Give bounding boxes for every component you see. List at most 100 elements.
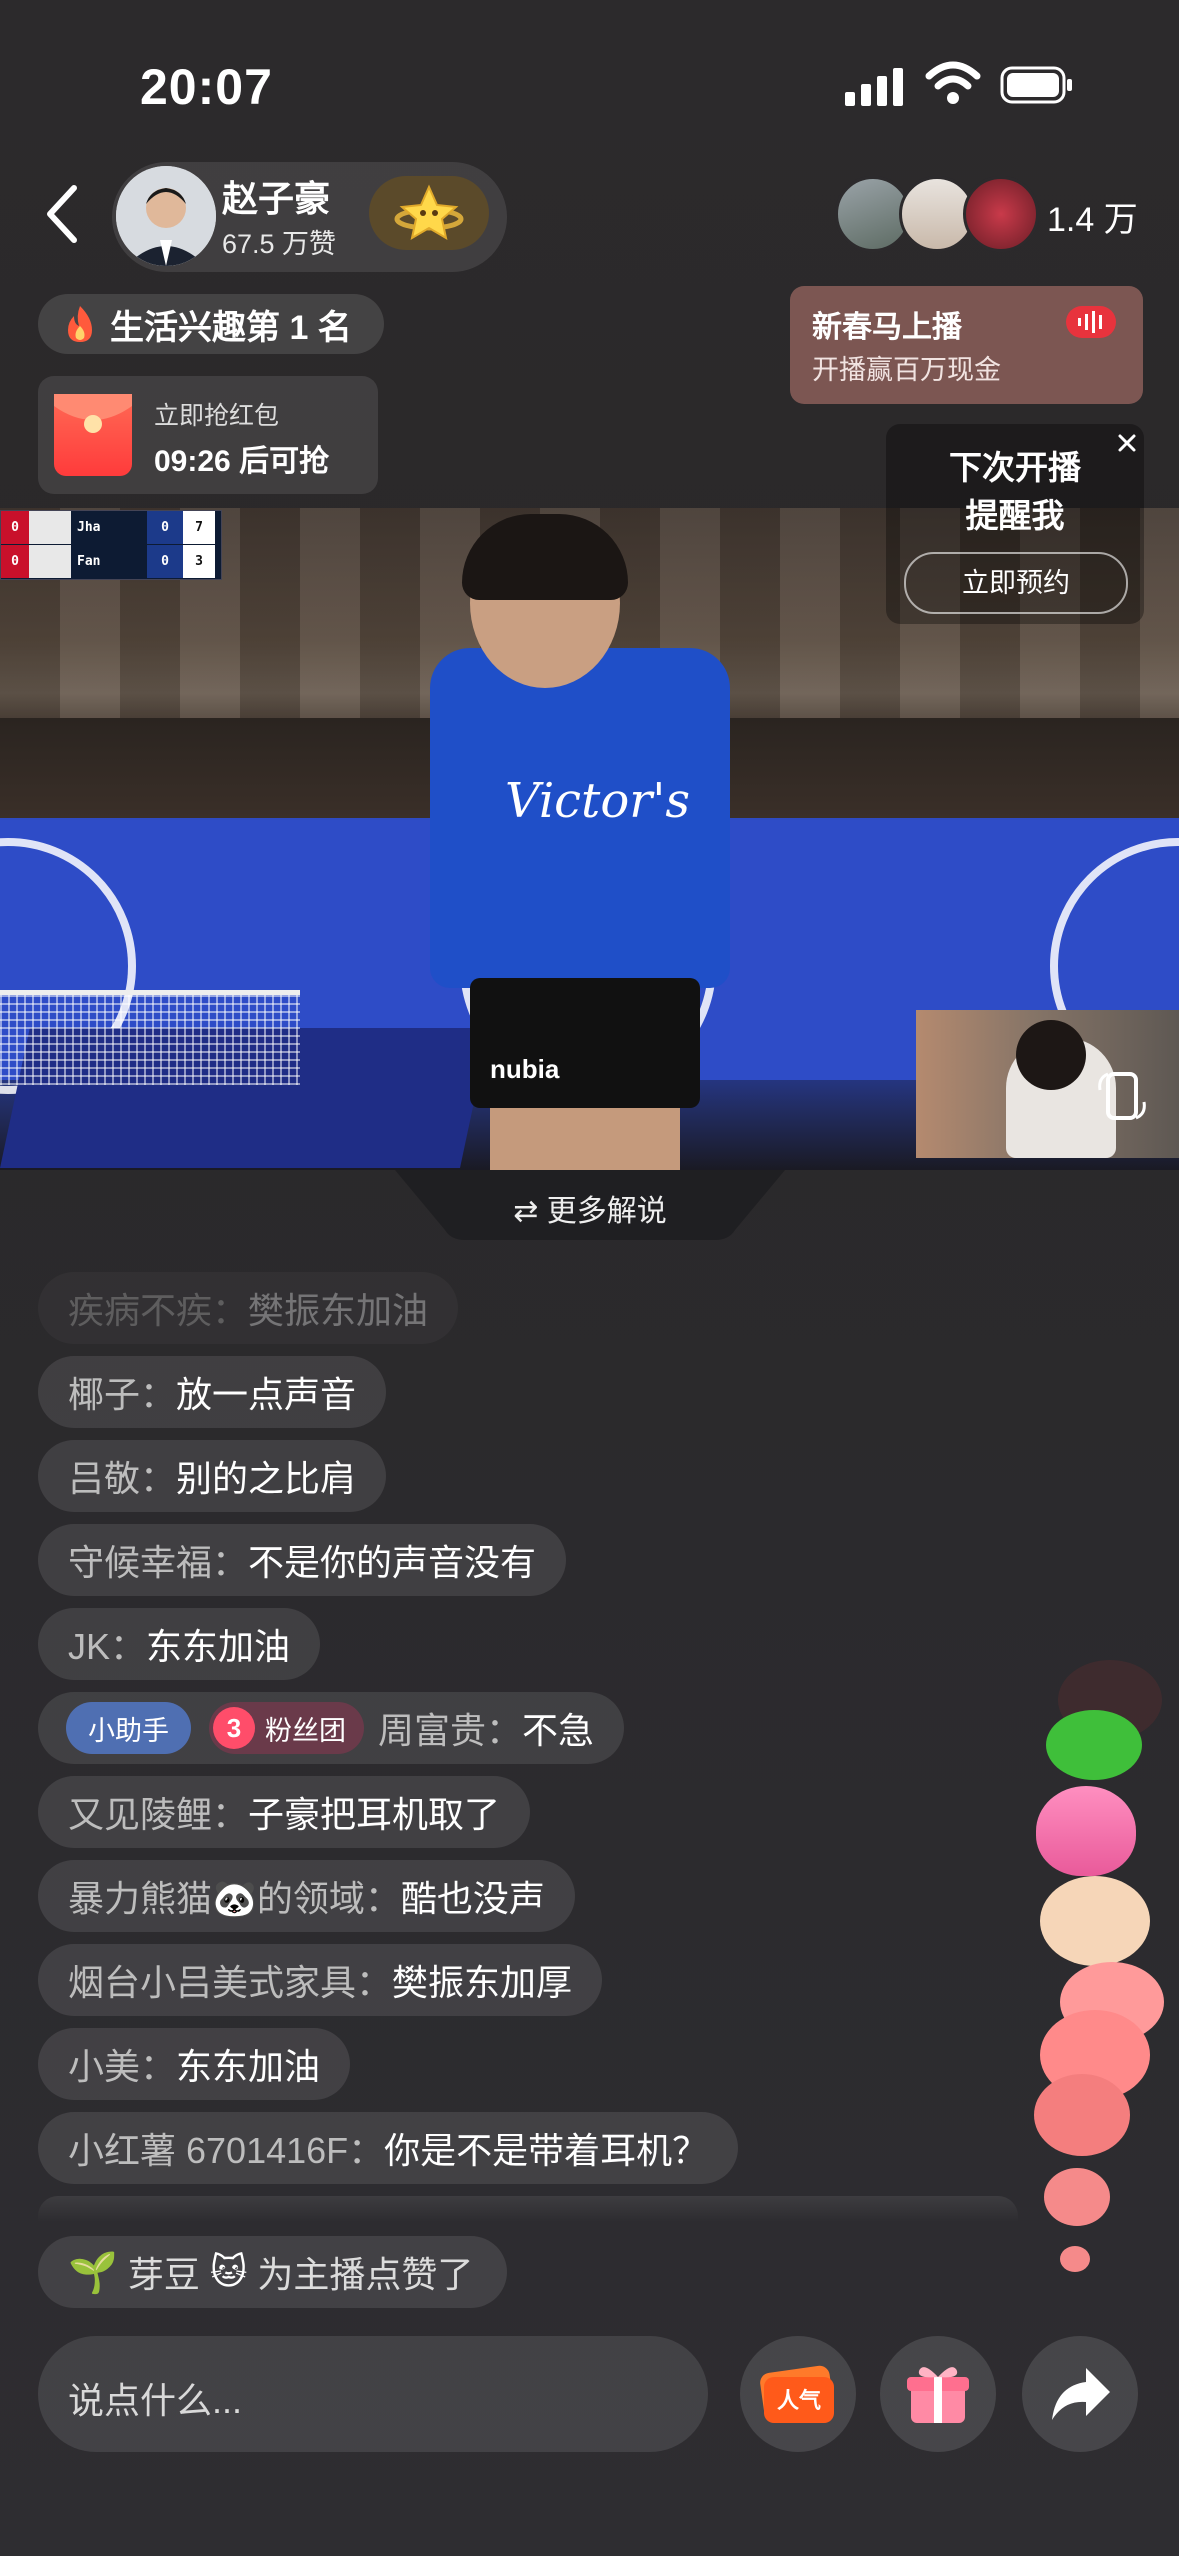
sprout-icon: 🌱 xyxy=(68,2250,118,2295)
comment-user: 暴力熊猫🐼的领域： xyxy=(68,1878,401,1919)
promo-subtitle: 开播赢百万现金 xyxy=(812,355,1001,385)
popularity-label: 人气 xyxy=(777,2388,821,2414)
score-row: 0 Jha 0 7 xyxy=(1,511,221,544)
cat-icon: 🐱 xyxy=(209,2251,248,2292)
comment-item[interactable]: 又见陵鲤： 子豪把耳机取了 xyxy=(38,1776,531,1848)
more-commentary-label-wrap: ⇄ 更多解说 xyxy=(395,1186,785,1230)
team-logo xyxy=(29,545,71,578)
player-shorts xyxy=(470,978,700,1108)
next-live-reminder: 下次开播 提醒我 立即预约 xyxy=(886,424,1144,624)
reminder-line-1: 下次开播 xyxy=(949,449,1081,486)
comment-user: 周富贵： xyxy=(378,1710,523,1751)
red-envelope-icon xyxy=(54,394,132,476)
reserve-button[interactable]: 立即预约 xyxy=(904,552,1128,614)
fire-icon xyxy=(68,306,92,342)
comment-text: 不是你的声音没有 xyxy=(248,1542,537,1583)
rotate-screen-icon[interactable] xyxy=(1092,1066,1152,1126)
battery-icon xyxy=(1000,66,1072,104)
heart-like-icon xyxy=(1034,2074,1130,2156)
team-logo xyxy=(29,511,71,544)
score-player-name: Fan xyxy=(77,554,101,569)
like-notice-user: 芽豆 xyxy=(127,2254,200,2295)
share-arrow-icon xyxy=(1052,2368,1110,2420)
comment-user: 烟台小吕美式家具： xyxy=(68,1962,393,2003)
back-arrow-icon[interactable] xyxy=(38,182,88,246)
comment-input[interactable]: 说点什么... xyxy=(38,2336,708,2452)
score-sets: 0 xyxy=(1,545,29,578)
more-commentary-tab[interactable]: ⇄ 更多解说 xyxy=(395,1170,785,1240)
comment-user: 守候幸福： xyxy=(68,1542,249,1583)
wifi-icon xyxy=(925,61,981,104)
comment-item[interactable]: 暴力熊猫🐼的领域： 酷也没声 xyxy=(38,1860,575,1932)
rank-label: 生活兴趣第 1 名 xyxy=(110,308,352,347)
host-avatar[interactable] xyxy=(116,166,216,266)
comment-user: 吕敬： xyxy=(68,1458,177,1499)
comment-item[interactable]: 小助手 3 粉丝团 周富贵： 不急 xyxy=(38,1692,625,1764)
score-player-name: Jha xyxy=(77,520,101,535)
streamer-head xyxy=(1016,1020,1086,1090)
heart-like-icon xyxy=(1036,1786,1136,1876)
scoreboard: 0 Jha 0 7 0 Fan 0 3 xyxy=(0,510,222,580)
frog-like-icon xyxy=(1046,1710,1142,1780)
score-points: 3 xyxy=(183,545,215,578)
table-net xyxy=(0,990,300,1085)
star-planet-icon xyxy=(394,184,464,241)
comment-user: 又见陵鲤： xyxy=(68,1794,249,1835)
like-notice: 🌱 芽豆 🐱 为主播点赞了 xyxy=(38,2236,508,2308)
comment-item[interactable]: JK： 东东加油 xyxy=(38,1608,321,1680)
viewer-count[interactable]: 1.4 万 xyxy=(1047,192,1138,241)
rank-badge[interactable]: 生活兴趣第 1 名 xyxy=(38,294,384,354)
comment-item[interactable]: 吕敬： 别的之比肩 xyxy=(38,1440,387,1512)
comment-text: 东东加油 xyxy=(146,1626,291,1667)
face-like-icon xyxy=(1040,1876,1150,1966)
comment-user: 疾病不疾： xyxy=(68,1290,249,1331)
comment-item[interactable]: 小美： 东东加油 xyxy=(38,2028,351,2100)
player-legs xyxy=(490,1108,680,1170)
reminder-text: 下次开播 提醒我 xyxy=(886,444,1144,540)
reminder-line-2: 提醒我 xyxy=(965,497,1065,534)
comment-user: 椰子： xyxy=(68,1374,177,1415)
comment-item[interactable]: 椰子： 放一点声音 xyxy=(38,1356,387,1428)
status-time: 20:07 xyxy=(140,59,273,115)
score-row: 0 Fan 0 3 xyxy=(1,545,221,578)
streamer-camera-pip[interactable] xyxy=(916,1010,1179,1158)
gift-button[interactable] xyxy=(880,2336,996,2452)
comment-text: 别的之比肩 xyxy=(176,1458,357,1499)
gift-icon xyxy=(907,2367,969,2423)
comment-text: 你是不是带着耳机？ xyxy=(384,2130,709,2171)
like-notice-text: 为主播点赞了 xyxy=(257,2254,474,2295)
comment-item-partial xyxy=(38,2196,1018,2222)
score-games: 0 xyxy=(147,545,183,578)
comment-item[interactable]: 守候幸福： 不是你的声音没有 xyxy=(38,1524,567,1596)
comment-user: 小美： xyxy=(68,2046,177,2087)
comment-item[interactable]: 小红薯 6701416F： 你是不是带着耳机？ xyxy=(38,2112,739,2184)
share-button[interactable] xyxy=(1022,2336,1138,2452)
comment-user: 小红薯 6701416F： xyxy=(68,2130,385,2171)
helper-badge: 小助手 xyxy=(66,1702,191,1754)
sound-wave-icon xyxy=(1066,306,1116,338)
red-packet-title: 立即抢红包 xyxy=(154,402,280,430)
popularity-button[interactable]: 人气 xyxy=(740,2336,856,2452)
cellular-signal-icon xyxy=(845,66,905,106)
jersey-text: Victor's xyxy=(505,773,691,829)
fan-club-badge: 3 粉丝团 xyxy=(209,1702,364,1754)
comment-text: 樊振东加油 xyxy=(248,1290,429,1331)
promo-banner[interactable]: 新春马上播 开播赢百万现金 xyxy=(790,286,1143,404)
fan-badge-label: 粉丝团 xyxy=(265,1715,346,1746)
red-packet-widget[interactable]: 立即抢红包 09:26 后可抢 xyxy=(38,376,378,494)
score-points: 7 xyxy=(183,511,215,544)
viewer-avatars[interactable] xyxy=(835,176,1039,252)
follow-star-button[interactable] xyxy=(369,176,489,250)
heart-like-icon xyxy=(1060,2246,1090,2272)
swap-icon: ⇄ xyxy=(513,1195,547,1228)
host-likes-count: 67.5 万赞 xyxy=(222,229,337,259)
comment-text: 不急 xyxy=(522,1710,595,1751)
comment-text: 子豪把耳机取了 xyxy=(248,1794,501,1835)
score-games: 0 xyxy=(147,511,183,544)
comment-input-placeholder: 说点什么... xyxy=(68,2380,243,2421)
promo-title: 新春马上播 xyxy=(812,311,962,344)
close-icon[interactable] xyxy=(1114,430,1140,456)
comment-item[interactable]: 烟台小吕美式家具： 樊振东加厚 xyxy=(38,1944,603,2016)
comment-item[interactable]: 疾病不疾： 樊振东加油 xyxy=(38,1272,458,1344)
red-packet-countdown: 09:26 后可抢 xyxy=(154,445,330,478)
